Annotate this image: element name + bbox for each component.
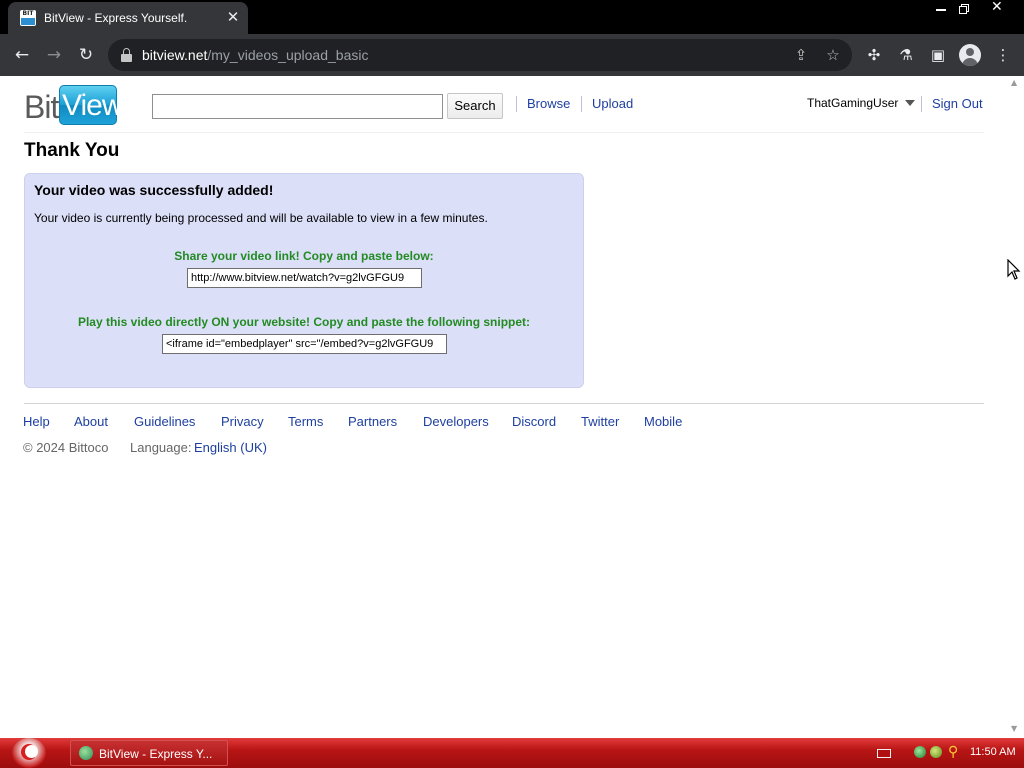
upload-link[interactable]: Upload xyxy=(592,96,633,111)
network-icon[interactable] xyxy=(914,746,926,758)
tab-title: BitView - Express Yourself. xyxy=(44,11,188,25)
footer-link-partners[interactable]: Partners xyxy=(348,414,397,429)
success-message: Your video is currently being processed … xyxy=(34,211,488,225)
embed-snippet-field[interactable] xyxy=(162,334,447,354)
taskbar-item-label: BitView - Express Y... xyxy=(99,747,213,761)
browser-app-icon xyxy=(79,746,93,760)
clock[interactable]: 11:50 AM xyxy=(970,746,1016,758)
footer-link-developers[interactable]: Developers xyxy=(423,414,489,429)
tray-app-icon[interactable] xyxy=(930,746,942,758)
search-input[interactable] xyxy=(152,94,443,119)
reload-icon[interactable]: ↻ xyxy=(75,44,97,66)
lock-icon[interactable] xyxy=(120,48,132,62)
sidepanel-icon[interactable]: ▣ xyxy=(928,45,948,65)
sign-out-link[interactable]: Sign Out xyxy=(932,96,983,111)
footer-link-privacy[interactable]: Privacy xyxy=(221,414,264,429)
bitview-favicon-icon: BIT xyxy=(20,10,36,26)
window-restore-button[interactable] xyxy=(952,0,978,16)
browser-tab[interactable]: BIT BitView - Express Yourself. ✕ xyxy=(8,2,248,34)
mouse-cursor-icon xyxy=(1007,259,1021,280)
language-label: Language: xyxy=(130,440,192,455)
footer-link-terms[interactable]: Terms xyxy=(288,414,323,429)
share-icon[interactable]: ⇪ xyxy=(791,45,811,65)
success-heading: Your video was successfully added! xyxy=(34,182,274,198)
user-menu[interactable]: ThatGamingUser xyxy=(807,96,898,110)
scroll-down-icon[interactable]: ▼ xyxy=(1011,724,1021,733)
start-button[interactable] xyxy=(10,738,48,768)
profile-icon[interactable] xyxy=(959,44,981,66)
footer-link-guidelines[interactable]: Guidelines xyxy=(134,414,195,429)
labs-icon[interactable]: ⚗ xyxy=(896,45,916,65)
menu-icon[interactable]: ⋮ xyxy=(993,45,1013,65)
minimize-icon xyxy=(936,9,946,11)
footer-link-discord[interactable]: Discord xyxy=(512,414,556,429)
window-minimize-button[interactable] xyxy=(928,0,954,16)
scroll-up-icon[interactable]: ▲ xyxy=(1011,78,1021,87)
embed-snippet-label: Play this video directly ON your website… xyxy=(77,315,531,329)
footer-link-help[interactable]: Help xyxy=(23,414,50,429)
page-title: Thank You xyxy=(24,140,120,161)
footer-link-mobile[interactable]: Mobile xyxy=(644,414,682,429)
browse-link[interactable]: Browse xyxy=(527,96,570,111)
os-taskbar: BitView - Express Y... ⚲ 11:50 AM xyxy=(0,738,1024,768)
browser-titlebar: BIT BitView - Express Yourself. ✕ ✕ xyxy=(0,0,1024,34)
close-icon: ✕ xyxy=(991,0,1003,15)
address-bar[interactable]: bitview.net/my_videos_upload_basic ⇪ ☆ xyxy=(108,39,852,71)
share-link-label: Share your video link! Copy and paste be… xyxy=(174,249,434,263)
keyboard-icon[interactable] xyxy=(877,749,891,758)
footer-link-about[interactable]: About xyxy=(74,414,108,429)
share-link-field[interactable] xyxy=(187,268,422,288)
window-close-button[interactable]: ✕ xyxy=(984,0,1012,16)
success-panel: Your video was successfully added! Your … xyxy=(24,173,584,388)
bitview-logo[interactable]: Bit View xyxy=(24,85,123,127)
copyright-text: © 2024 Bittoco xyxy=(23,440,109,455)
tab-close-icon[interactable]: ✕ xyxy=(224,8,242,26)
page-viewport: ▲ ▼ Bit View Search Browse Upload ThatGa… xyxy=(0,76,1024,738)
back-icon[interactable]: ← xyxy=(11,44,33,66)
url-text[interactable]: bitview.net/my_videos_upload_basic xyxy=(142,47,368,63)
forward-icon[interactable]: → xyxy=(43,44,65,66)
extensions-icon[interactable]: ✣ xyxy=(864,45,884,65)
footer-link-twitter[interactable]: Twitter xyxy=(581,414,619,429)
browser-toolbar: ← → ↻ bitview.net/my_videos_upload_basic… xyxy=(0,34,1024,76)
taskbar-item-browser[interactable]: BitView - Express Y... xyxy=(70,740,228,766)
star-icon[interactable]: ☆ xyxy=(823,45,843,65)
search-button[interactable]: Search xyxy=(447,93,503,119)
search-icon[interactable]: ⚲ xyxy=(948,744,958,760)
chevron-down-icon[interactable] xyxy=(905,100,915,106)
language-selector[interactable]: English (UK) xyxy=(194,440,267,455)
